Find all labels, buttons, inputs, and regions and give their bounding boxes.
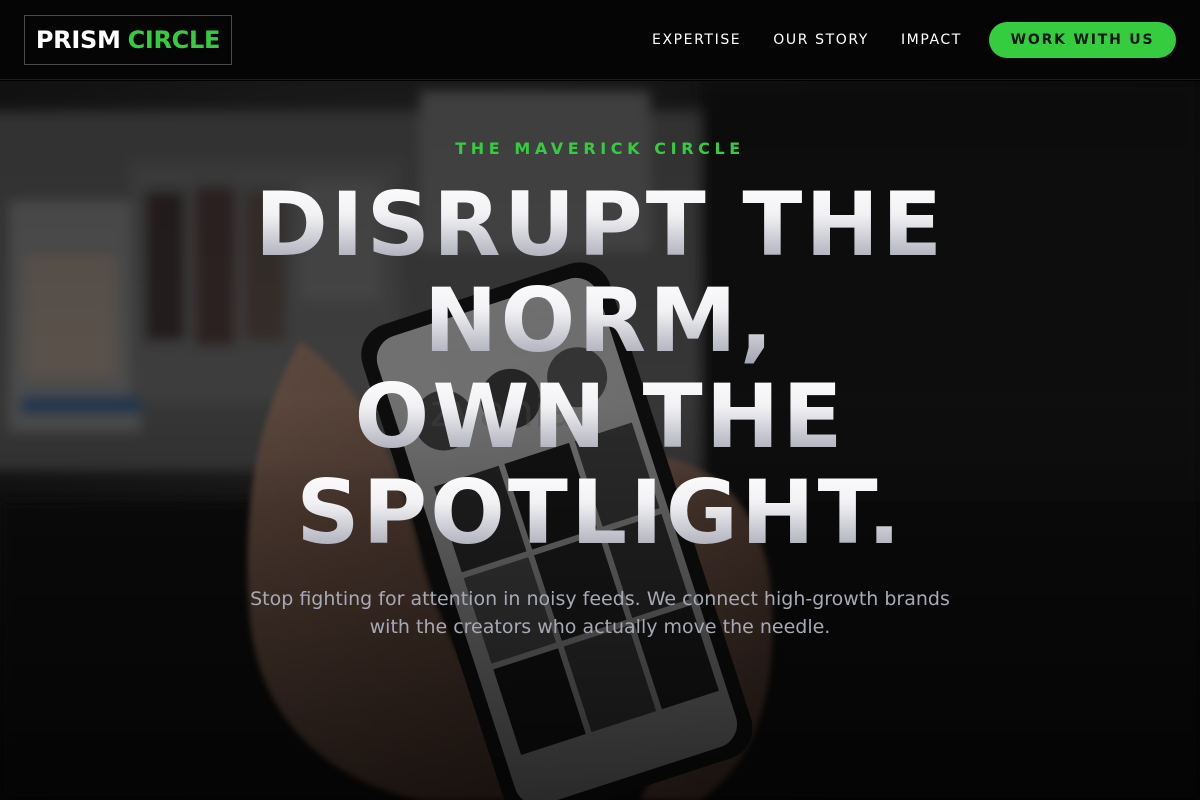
brand-logo[interactable]: PRISM CIRCLE xyxy=(24,15,232,65)
hero-subtext: Stop fighting for attention in noisy fee… xyxy=(250,588,950,638)
site-header: PRISM CIRCLE EXPERTISE OUR STORY IMPACT … xyxy=(0,0,1200,80)
nav-link-expertise[interactable]: EXPERTISE xyxy=(652,32,741,48)
headline-line-3: OWN THE xyxy=(0,369,1200,465)
headline-line-4: SPOTLIGHT. xyxy=(0,465,1200,561)
headline-line-1: DISRUPT THE xyxy=(0,177,1200,273)
nav-link-our-story[interactable]: OUR STORY xyxy=(773,32,869,48)
main-nav: EXPERTISE OUR STORY IMPACT xyxy=(652,0,962,80)
headline-line-2: NORM, xyxy=(0,273,1200,369)
work-with-us-button[interactable]: WORK WITH US xyxy=(989,22,1176,58)
hero-eyebrow: THE MAVERICK CIRCLE xyxy=(455,139,745,158)
hero-headline: DISRUPT THE NORM, OWN THE SPOTLIGHT. xyxy=(0,177,1200,561)
brand-word-prism: PRISM xyxy=(35,26,121,54)
nav-link-impact[interactable]: IMPACT xyxy=(901,32,962,48)
hero-section: zvania THE MAVERICK CIRCLE DISRUPT THE N… xyxy=(0,81,1200,800)
brand-word-circle: CIRCLE xyxy=(127,26,221,54)
